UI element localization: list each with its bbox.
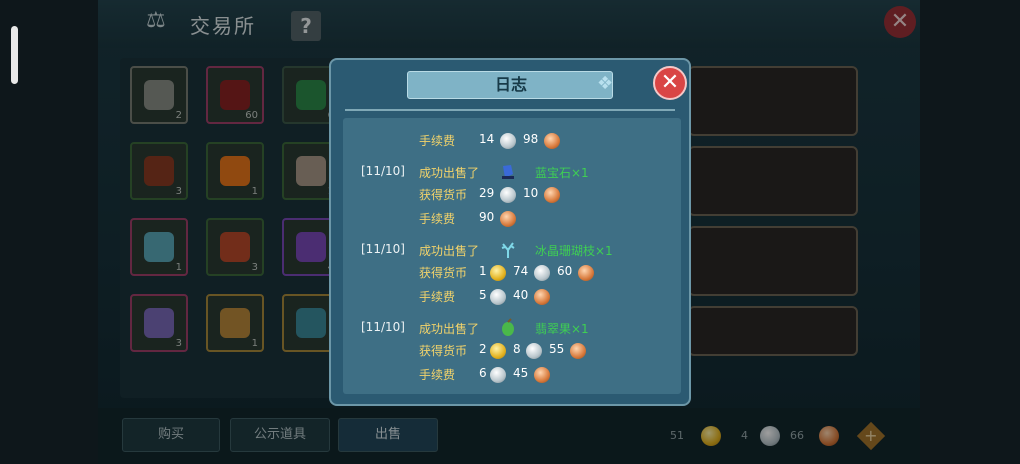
dialog-title: 日志 [494, 75, 527, 94]
silver-coin-icon [534, 265, 550, 281]
log-fee-row: 手续费 5 40 [343, 288, 673, 306]
fee-label: 手续费 [419, 212, 456, 226]
copper-amount: 40 [513, 288, 529, 302]
dialog-header: 日志 [407, 71, 613, 99]
silver-amount: 5 [479, 288, 487, 302]
earned-label: 获得货币 [419, 188, 468, 202]
fee-label: 手续费 [419, 368, 456, 382]
fee-label: 手续费 [419, 134, 456, 148]
earned-label: 获得货币 [419, 344, 468, 358]
fee-label: 手续费 [419, 290, 456, 304]
silver-amount: 29 [479, 186, 495, 200]
log-date: [11/10] [361, 320, 405, 334]
log-item-name: 翡翠果×1 [535, 322, 589, 336]
earned-label: 获得货币 [419, 266, 468, 280]
log-earned-row: 获得货币 1 74 60 [343, 264, 673, 282]
log-action: 成功出售了 [419, 244, 480, 258]
silver-amount: 6 [479, 366, 487, 380]
log-sale-row: [11/10] 成功出售了 蓝宝石×1 [343, 164, 673, 182]
log-item-name: 蓝宝石×1 [535, 166, 589, 180]
copper-amount: 98 [523, 132, 539, 146]
log-fee-row: 手续费 6 45 [343, 366, 673, 384]
copper-coin-icon [544, 133, 560, 149]
copper-coin-icon [534, 289, 550, 305]
silver-amount: 14 [479, 132, 495, 146]
silver-coin-icon [500, 133, 516, 149]
game-screen: ⚖ 交易所 ? ✕ 260631113431 购买 公示道具 出售 51 4 6… [0, 0, 1020, 464]
log-date: [11/10] [361, 164, 405, 178]
log-action: 成功出售了 [419, 322, 480, 336]
copper-coin-icon [578, 265, 594, 281]
copper-coin-icon [570, 343, 586, 359]
silver-amount: 8 [513, 342, 521, 356]
gold-amount: 1 [479, 264, 487, 278]
divider [345, 109, 675, 111]
log-sale-row: [11/10] 成功出售了 冰晶珊瑚枝×1 [343, 242, 673, 260]
log-sale-row: [11/10] 成功出售了 翡翠果×1 [343, 318, 673, 338]
log-earned-row: 获得货币 2 8 55 [343, 342, 673, 360]
copper-amount: 60 [557, 264, 573, 278]
gold-coin-icon [490, 343, 506, 359]
log-dialog: ❖ 日志 ❖ ✕ 手续费 14 98 [11/10] 成功出售了 蓝 [329, 58, 691, 406]
log-fee-row: 手续费 14 98 [343, 132, 673, 150]
gold-coin-icon [490, 265, 506, 281]
coral-icon [499, 240, 517, 260]
copper-amount: 10 [523, 186, 539, 200]
log-earned-row: 获得货币 29 10 [343, 186, 673, 204]
log-item-name: 冰晶珊瑚枝×1 [535, 244, 613, 258]
silver-coin-icon [490, 289, 506, 305]
log-date: [11/10] [361, 242, 405, 256]
blue-item-icon [499, 162, 517, 182]
gold-amount: 2 [479, 342, 487, 356]
log-list[interactable]: 手续费 14 98 [11/10] 成功出售了 蓝宝石×1 获得货币 29 10 [343, 118, 681, 394]
copper-amount: 90 [479, 210, 495, 224]
silver-coin-icon [526, 343, 542, 359]
ornament-right-icon: ❖ [597, 73, 614, 94]
copper-coin-icon [500, 211, 516, 227]
silver-coin-icon [500, 187, 516, 203]
dialog-close-button[interactable]: ✕ [653, 66, 687, 100]
log-action: 成功出售了 [419, 166, 480, 180]
green-fruit-icon [499, 318, 517, 338]
silver-coin-icon [490, 367, 506, 383]
copper-coin-icon [534, 367, 550, 383]
side-handle [11, 26, 18, 84]
copper-amount: 45 [513, 366, 529, 380]
silver-amount: 74 [513, 264, 529, 278]
copper-coin-icon [544, 187, 560, 203]
log-fee-row: 手续费 90 [343, 210, 673, 228]
copper-amount: 55 [549, 342, 565, 356]
